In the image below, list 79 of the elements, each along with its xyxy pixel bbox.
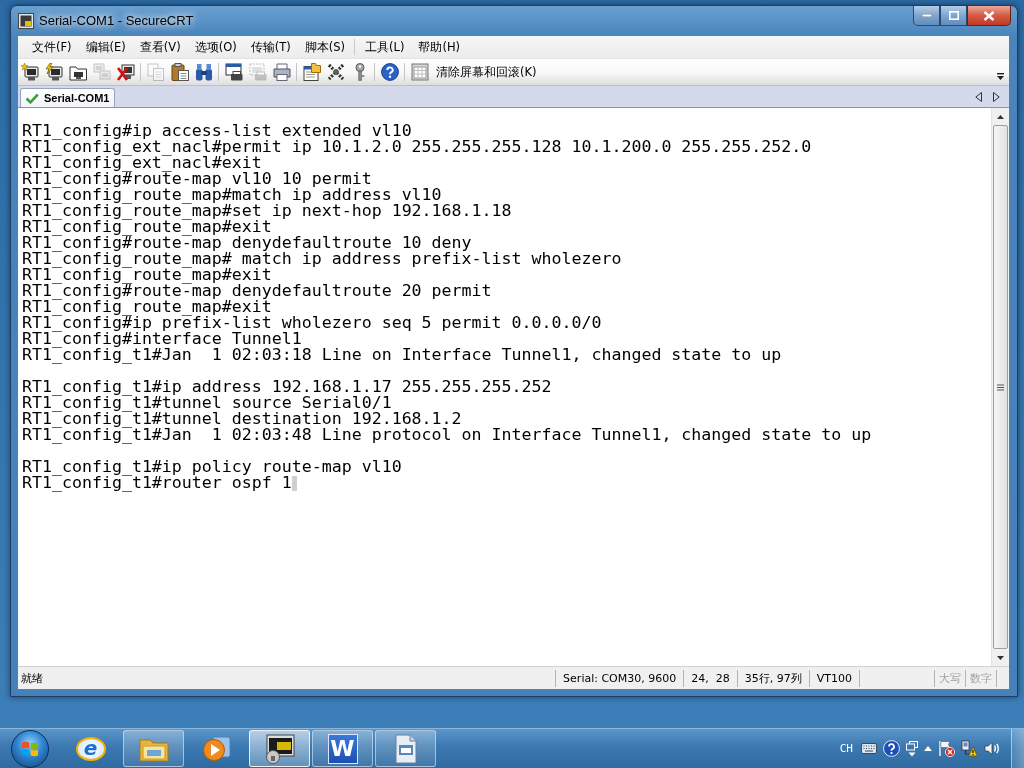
menu-item[interactable]: 选项(O) bbox=[187, 39, 244, 55]
binoculars-icon[interactable] bbox=[195, 63, 213, 81]
menu-item[interactable]: 编辑(E) bbox=[78, 39, 133, 55]
minimize-button[interactable] bbox=[913, 6, 940, 26]
terminal-line: RT1_config_route_map# match ip address prefix-list wholezero bbox=[22, 251, 622, 267]
clipboard-icon[interactable] bbox=[171, 63, 189, 81]
monitor-cross-icon[interactable] bbox=[117, 63, 135, 81]
crossed-tools-icon[interactable] bbox=[327, 63, 345, 81]
network-warning-icon[interactable] bbox=[961, 740, 978, 757]
right-arrow-icon[interactable] bbox=[993, 91, 1000, 102]
down-arrow-icon bbox=[997, 655, 1004, 660]
printer-icon[interactable] bbox=[273, 63, 291, 81]
terminal-line: RT1_config#route-map denydefaultroute 10 deny bbox=[22, 235, 472, 251]
menu-item[interactable]: 查看(V) bbox=[132, 39, 188, 55]
help-icon[interactable] bbox=[381, 63, 399, 81]
windows-arrow-icon[interactable] bbox=[906, 740, 918, 757]
terminal-line: RT1_config#route-map vl10 10 permit bbox=[22, 171, 372, 187]
writer-logo: W bbox=[327, 733, 358, 764]
terminal-line: RT1_config_route_map#match ip address vl10 bbox=[22, 187, 442, 203]
scroll-thumb[interactable] bbox=[993, 125, 1008, 649]
terminal-line: RT1_config#interface Tunnel1 bbox=[22, 331, 302, 347]
window-icon bbox=[18, 12, 34, 29]
monitor-printer-icon[interactable] bbox=[225, 63, 243, 81]
terminal-line: RT1_config_t1#tunnel destination 192.168.1.2 bbox=[22, 411, 462, 427]
terminal-line: RT1_config_t1#tunnel source Serial0/1 bbox=[22, 395, 392, 411]
status-field: 24, 28 bbox=[683, 669, 737, 687]
keyboard-icon[interactable] bbox=[861, 743, 877, 754]
monitor-lightning-icon[interactable] bbox=[45, 63, 63, 81]
window-grid-icon bbox=[411, 63, 429, 81]
menu-item[interactable]: 传输(T) bbox=[243, 39, 298, 55]
terminal-line: RT1_config#ip access-list extended vl10 bbox=[22, 123, 412, 139]
terminal-line: RT1_config_route_map#exit bbox=[22, 299, 272, 315]
terminal-line: RT1_config_t1#ip address 192.168.1.17 255.255.255.252 bbox=[22, 379, 552, 395]
window-folder-icon[interactable] bbox=[303, 63, 321, 81]
key-indicator: 数字 bbox=[965, 669, 996, 687]
windows-logo-icon bbox=[21, 739, 39, 758]
terminal-line: RT1_config_ext_nacl#permit ip 10.1.2.0 255.255.255.128 10.1.200.0 255.255.252.0 bbox=[22, 139, 812, 155]
close-button[interactable] bbox=[967, 6, 1011, 26]
menu-item[interactable]: 脚本(S) bbox=[297, 39, 352, 55]
terminal-line: RT1_config#route-map denydefaultroute 20 permit bbox=[22, 283, 492, 299]
minimize-icon bbox=[921, 14, 932, 17]
start-button[interactable] bbox=[11, 729, 49, 768]
flag-cross-icon[interactable] bbox=[938, 740, 955, 757]
terminal-line: RT1_config_t1#ip policy route-map vl10 bbox=[22, 459, 402, 475]
clear-screen-button[interactable]: 清除屏幕和回滚(K) bbox=[408, 61, 537, 83]
language-indicator[interactable]: CH bbox=[839, 742, 853, 755]
status-message: 就绪 bbox=[20, 670, 44, 686]
taskbar-button[interactable]: W bbox=[312, 730, 373, 767]
browser-logo: e bbox=[75, 736, 106, 761]
status-field: VT100 bbox=[808, 669, 859, 687]
terminal-line: RT1_config_ext_nacl#exit bbox=[22, 155, 262, 171]
session-tab[interactable]: Serial-COM1 bbox=[20, 88, 116, 107]
status-field: 35行, 97列 bbox=[736, 669, 809, 687]
menu-item[interactable]: 帮助(H) bbox=[411, 39, 467, 55]
terminal-line: RT1_config_route_map#exit bbox=[22, 267, 272, 283]
terminal-line: RT1_config_t1#Jan 1 02:03:48 Line protocol on Interface Tunnel1, changed state to up bbox=[22, 427, 872, 443]
terminal-lock-icon bbox=[263, 732, 296, 765]
window-title: Serial-COM1 - SecureCRT bbox=[39, 13, 194, 28]
taskbar-button[interactable]: e bbox=[60, 730, 121, 767]
maximize-button[interactable] bbox=[940, 6, 967, 26]
close-icon bbox=[983, 10, 995, 21]
left-arrow-icon[interactable] bbox=[975, 91, 982, 102]
status-field: Serial: COM30, 9600 bbox=[555, 669, 684, 687]
overflow-arrow-icon[interactable] bbox=[997, 73, 1004, 80]
speaker-icon[interactable] bbox=[984, 741, 1001, 756]
terminal-line: RT1_config_t1#router ospf 1 bbox=[22, 475, 292, 491]
terminal-line: RT1_config_route_map#exit bbox=[22, 219, 272, 235]
menu-item[interactable]: 文件(F) bbox=[25, 39, 79, 55]
key-indicator: 大写 bbox=[934, 669, 965, 687]
monitor-sparkle-icon[interactable] bbox=[21, 63, 39, 81]
menu-item[interactable]: 工具(L) bbox=[358, 39, 412, 55]
terminal-line: RT1_config#ip prefix-list wholezero seq 5 permit 0.0.0.0/0 bbox=[22, 315, 602, 331]
maximize-icon bbox=[948, 11, 959, 20]
grip-icon bbox=[997, 383, 1004, 391]
terminal-line: RT1_config_t1#Jan 1 02:03:18 Line on Interface Tunnel1, changed state to up bbox=[22, 347, 782, 363]
monitor-folder-icon[interactable] bbox=[69, 63, 87, 81]
up-arrow-icon bbox=[997, 114, 1004, 119]
terminal-line: RT1_config_route_map#set ip next-hop 192.168.1.18 bbox=[22, 203, 512, 219]
up-arrow-icon[interactable] bbox=[924, 746, 932, 751]
